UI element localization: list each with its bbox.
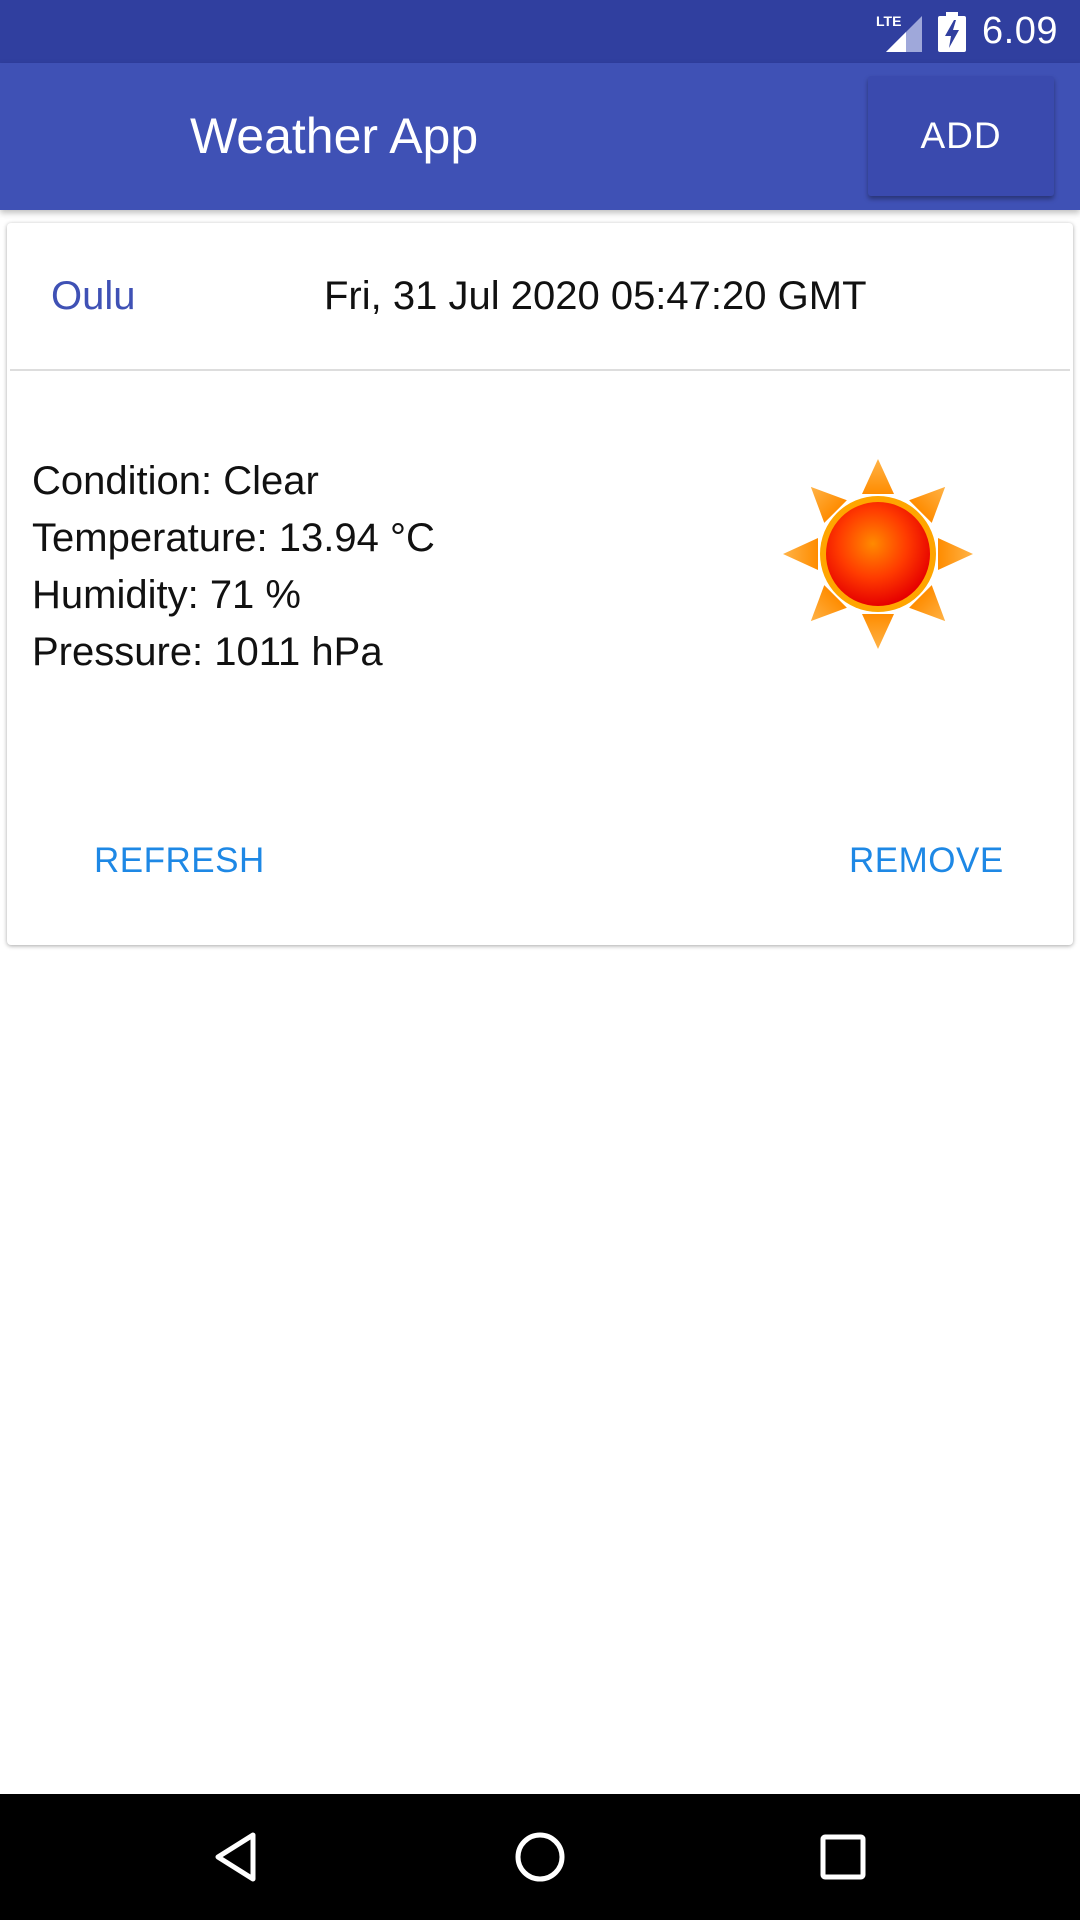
battery-charging-icon <box>938 11 967 52</box>
screen: LTE 6.09 Weather App ADD Oulu Fri, 31 Ju… <box>0 0 1080 1920</box>
status-time: 6.09 <box>982 10 1058 52</box>
temperature-text: Temperature: 13.94 °C <box>32 516 435 560</box>
divider <box>10 369 1070 371</box>
status-bar: LTE 6.09 <box>0 0 1080 63</box>
pressure-text: Pressure: 1011 hPa <box>32 630 383 674</box>
status-icons: LTE 6.09 <box>876 0 1058 63</box>
sun-icon <box>783 459 973 649</box>
refresh-button[interactable]: REFRESH <box>94 831 265 891</box>
recents-icon[interactable] <box>813 1827 873 1887</box>
lte-signal-icon: LTE <box>876 12 923 52</box>
add-button[interactable]: ADD <box>868 76 1054 196</box>
timestamp: Fri, 31 Jul 2020 05:47:20 GMT <box>324 274 867 318</box>
back-icon[interactable] <box>206 1827 266 1887</box>
nav-bar <box>0 1794 1080 1920</box>
weather-card: Oulu Fri, 31 Jul 2020 05:47:20 GMT Condi… <box>7 223 1073 945</box>
home-icon[interactable] <box>510 1827 570 1887</box>
card-header: Oulu Fri, 31 Jul 2020 05:47:20 GMT <box>7 223 1073 369</box>
remove-button[interactable]: REMOVE <box>849 831 1004 891</box>
city-name: Oulu <box>51 274 136 318</box>
condition-text: Condition: Clear <box>32 459 319 503</box>
humidity-text: Humidity: 71 % <box>32 573 301 617</box>
app-bar: Weather App ADD <box>0 63 1080 210</box>
network-label: LTE <box>876 13 901 29</box>
app-title: Weather App <box>190 108 479 164</box>
